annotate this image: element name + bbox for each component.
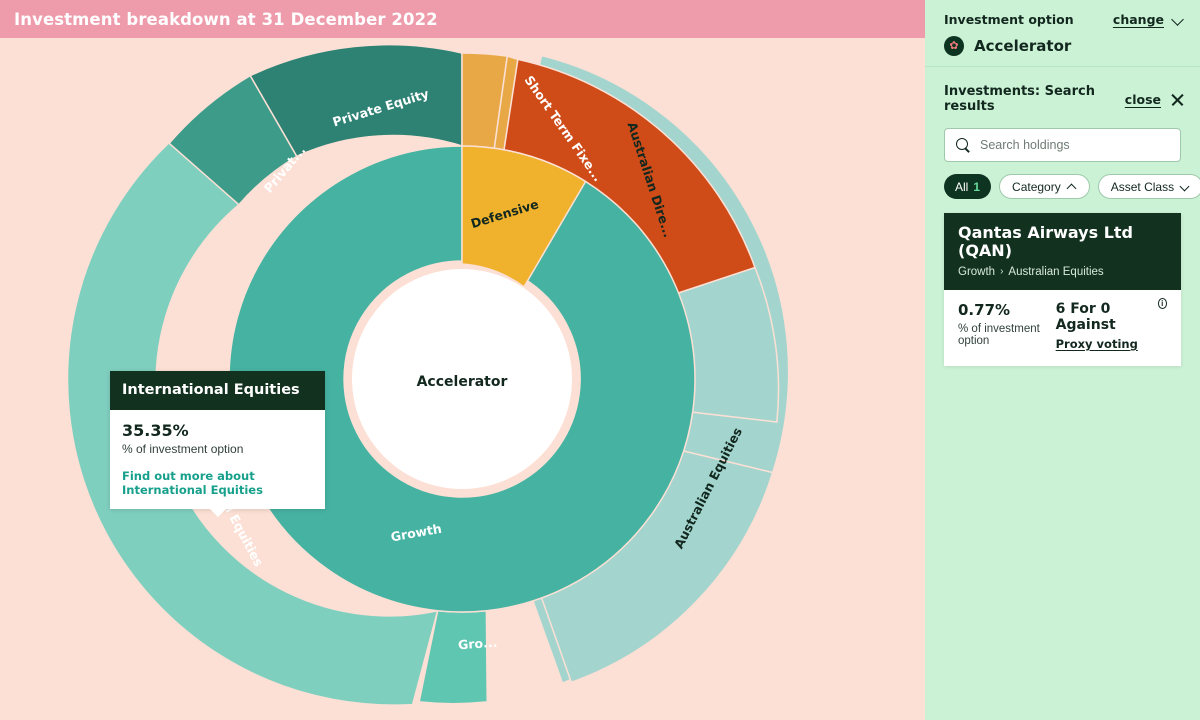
result-percent-value: 0.77% bbox=[958, 301, 1056, 319]
chart-tooltip-header: International Equities bbox=[110, 371, 325, 410]
close-icon[interactable] bbox=[1170, 92, 1185, 107]
filter-pill-all-count: 1 bbox=[973, 180, 980, 194]
investments-side-panel: Investment option change ✿ Accelerator I… bbox=[925, 0, 1200, 720]
sunburst-center-label: Accelerator bbox=[417, 374, 508, 390]
chart-tooltip[interactable]: International Equities 35.35% % of inves… bbox=[110, 371, 325, 509]
chart-tooltip-link[interactable]: Find out more about International Equiti… bbox=[122, 469, 313, 497]
filter-pill-category-label: Category bbox=[1012, 180, 1061, 194]
result-voting-block: 6 For 0 Against i Proxy voting bbox=[1056, 301, 1167, 353]
close-results-link[interactable]: close bbox=[1125, 92, 1161, 107]
chart-tooltip-title: International Equities bbox=[122, 382, 313, 398]
search-results-title: Investments: Search results bbox=[944, 84, 1125, 114]
filter-pill-all[interactable]: All 1 bbox=[944, 174, 991, 199]
chevron-down-icon bbox=[1181, 182, 1190, 191]
result-breadcrumb: Growth › Australian Equities bbox=[958, 266, 1167, 278]
investment-option-section: Investment option change ✿ Accelerator bbox=[925, 0, 1200, 67]
result-vote-summary: 6 For 0 Against i bbox=[1056, 301, 1167, 333]
search-input[interactable] bbox=[980, 138, 1169, 152]
chart-canvas: Accelerator Defensive Growth Australian … bbox=[0, 38, 925, 720]
filter-pill-asset-class[interactable]: Asset Class bbox=[1098, 174, 1200, 199]
result-breadcrumb-child: Australian Equities bbox=[1008, 266, 1103, 278]
selected-option-name: Accelerator bbox=[974, 37, 1071, 55]
close-results-group[interactable]: close bbox=[1125, 92, 1185, 107]
filter-pill-all-label: All bbox=[955, 180, 968, 194]
chevron-down-icon[interactable] bbox=[1172, 13, 1185, 26]
investment-option-label: Investment option bbox=[944, 12, 1074, 27]
result-breadcrumb-parent: Growth bbox=[958, 266, 995, 278]
chevron-up-icon bbox=[1068, 182, 1077, 191]
search-results-header: Investments: Search results close bbox=[925, 67, 1200, 114]
search-holdings-box[interactable] bbox=[944, 128, 1181, 162]
chart-tooltip-body: 35.35% % of investment option Find out m… bbox=[110, 410, 325, 509]
investment-option-header: Investment option change bbox=[944, 12, 1185, 27]
filter-pill-row: All 1 Category Asset Class bbox=[944, 174, 1200, 199]
search-icon bbox=[956, 138, 971, 153]
selected-investment-option[interactable]: ✿ Accelerator bbox=[944, 36, 1185, 56]
proxy-voting-link[interactable]: Proxy voting bbox=[1056, 337, 1138, 351]
change-option-link[interactable]: change bbox=[1113, 12, 1164, 27]
leaf-icon: ✿ bbox=[944, 36, 964, 56]
breadcrumb-separator-icon: › bbox=[1000, 266, 1003, 277]
result-card-body: 0.77% % of investment option 6 For 0 Aga… bbox=[944, 290, 1181, 366]
filter-pill-category[interactable]: Category bbox=[999, 174, 1090, 199]
result-percent-caption: % of investment option bbox=[958, 323, 1056, 347]
chart-tooltip-value: 35.35% bbox=[122, 421, 313, 440]
chart-tooltip-value-caption: % of investment option bbox=[122, 442, 313, 456]
result-vote-text: 6 For 0 Against bbox=[1056, 301, 1156, 333]
page-header: Investment breakdown at 31 December 2022 bbox=[0, 0, 925, 38]
filter-pill-asset-class-label: Asset Class bbox=[1111, 180, 1174, 194]
result-card-header: Qantas Airways Ltd (QAN) Growth › Austra… bbox=[944, 213, 1181, 290]
result-holding-name: Qantas Airways Ltd (QAN) bbox=[958, 224, 1167, 261]
page-title: Investment breakdown at 31 December 2022 bbox=[0, 10, 438, 29]
change-option-group[interactable]: change bbox=[1113, 12, 1185, 27]
result-percent-block: 0.77% % of investment option bbox=[958, 301, 1056, 347]
chart-tooltip-arrow bbox=[210, 509, 226, 517]
info-icon[interactable]: i bbox=[1158, 298, 1168, 309]
search-result-card[interactable]: Qantas Airways Ltd (QAN) Growth › Austra… bbox=[944, 213, 1181, 366]
